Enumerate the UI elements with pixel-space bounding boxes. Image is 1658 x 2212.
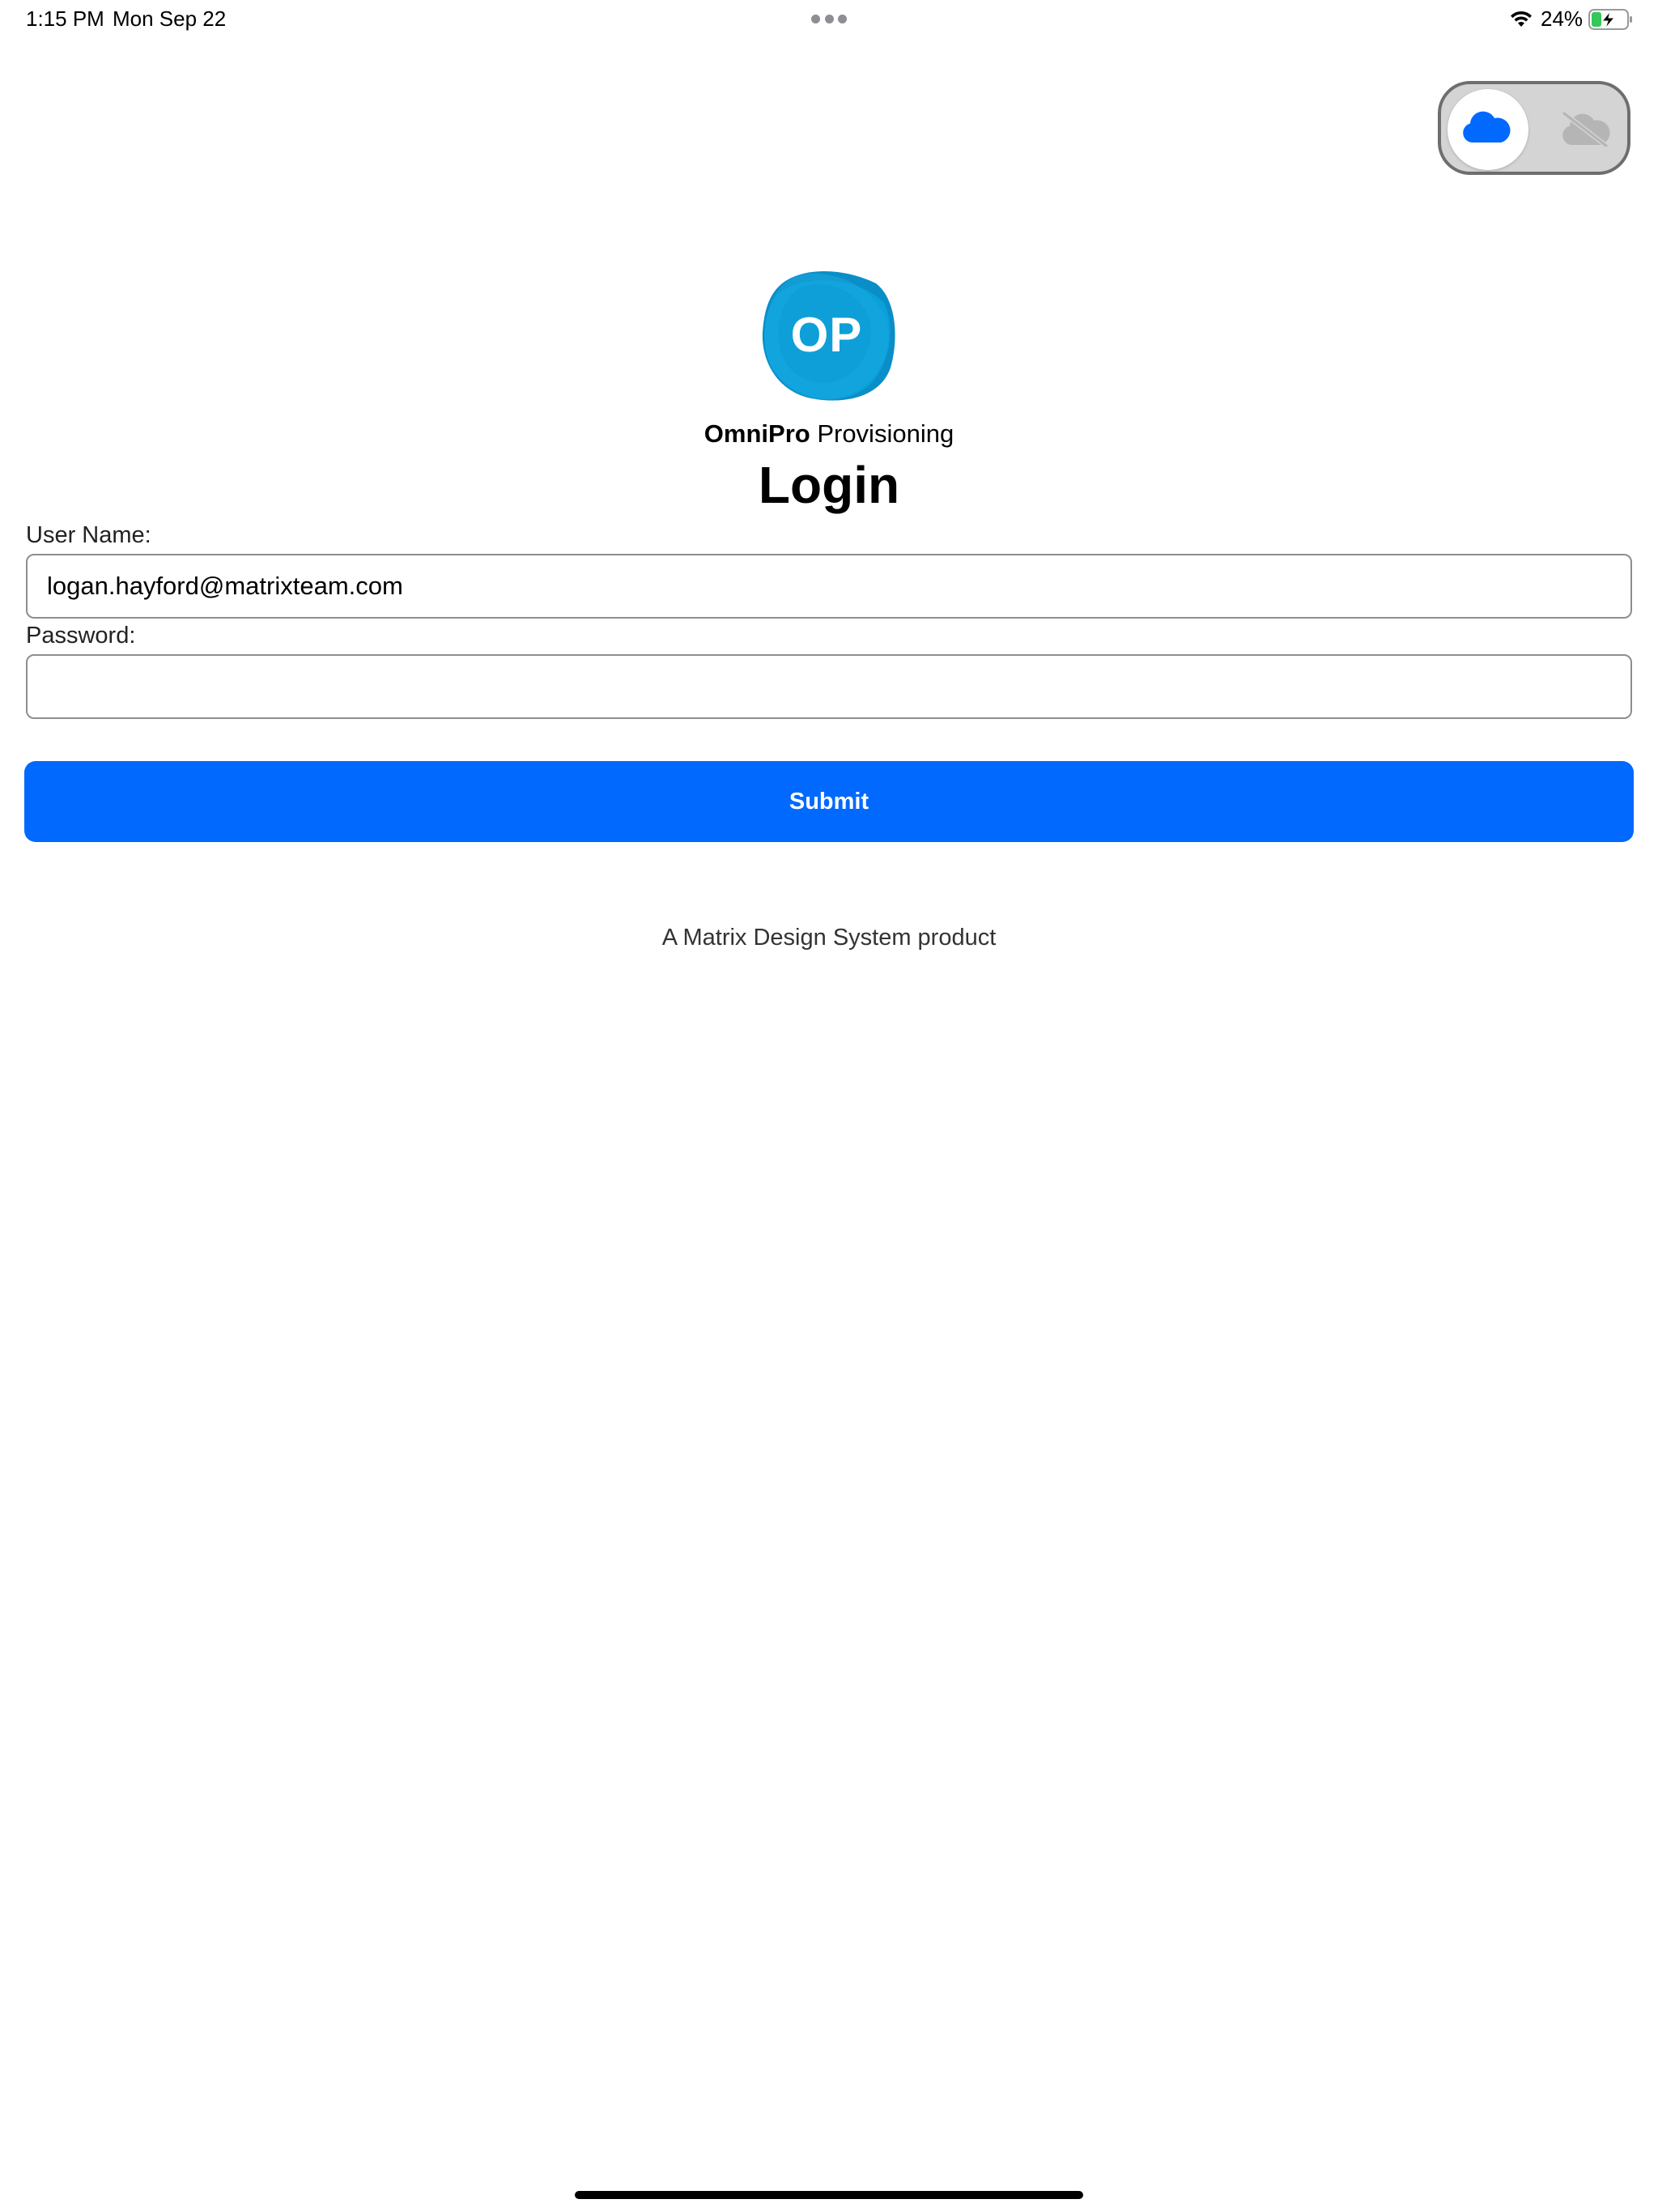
battery-charging-icon <box>1588 9 1632 30</box>
app-name-bold: OmniPro <box>704 419 810 448</box>
password-field[interactable] <box>26 654 1632 719</box>
app-logo: OP <box>755 262 899 406</box>
status-date: Mon Sep 22 <box>113 6 227 31</box>
wifi-icon <box>1511 11 1532 27</box>
footer-text: A Matrix Design System product <box>661 925 997 951</box>
status-time: 1:15 PM <box>26 6 104 31</box>
submit-button[interactable]: Submit <box>24 761 1634 842</box>
app-name: OmniPro Provisioning <box>0 419 1658 449</box>
logo-text: OP <box>790 307 863 362</box>
cloud-icon <box>1463 111 1511 143</box>
home-indicator[interactable] <box>575 2191 1083 2199</box>
password-label: Password: <box>26 623 136 649</box>
app-name-rest: Provisioning <box>810 419 954 448</box>
cloud-off-icon <box>1562 111 1610 147</box>
page-title: Login <box>758 456 900 514</box>
online-offline-toggle[interactable] <box>1438 81 1630 175</box>
username-label: User Name: <box>26 522 151 548</box>
username-field[interactable] <box>26 554 1632 619</box>
status-bar: 1:15 PM Mon Sep 22 24% <box>0 0 1658 39</box>
multitasking-dots-icon[interactable] <box>811 15 847 24</box>
battery-percent: 24% <box>1541 6 1584 31</box>
